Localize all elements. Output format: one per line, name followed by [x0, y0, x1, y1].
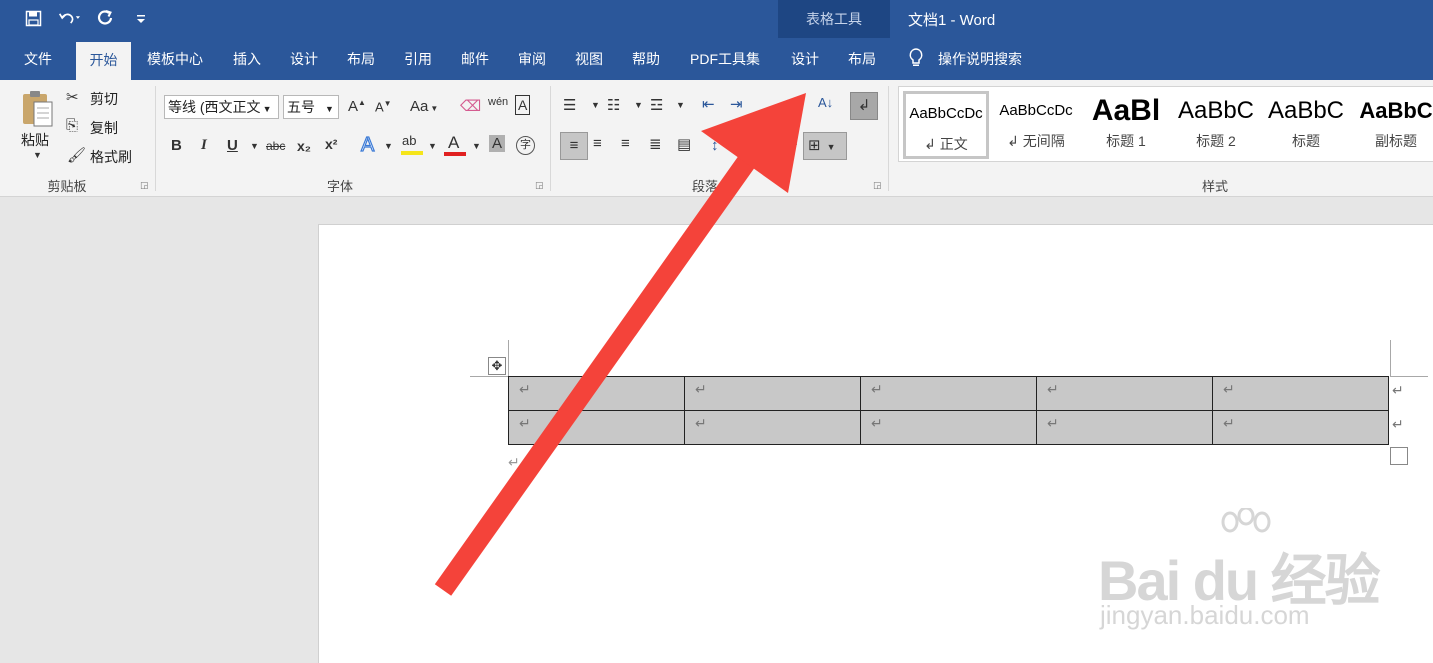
red-arrow-annotation	[434, 93, 806, 596]
arrow-shaft	[434, 134, 771, 596]
arrow-head	[701, 93, 806, 193]
